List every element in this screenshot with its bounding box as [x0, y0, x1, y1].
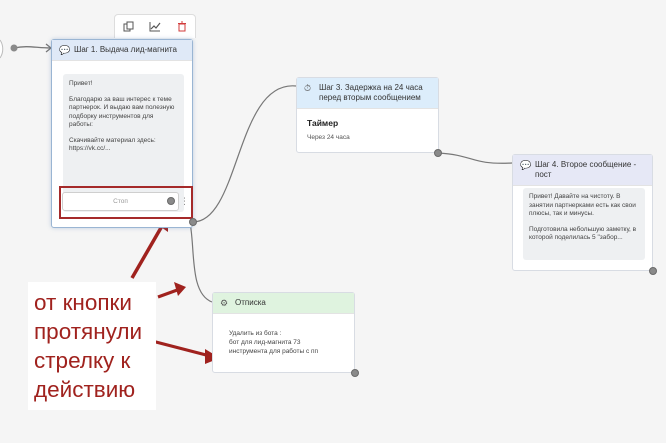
- step4-header: 💬 Шаг 4. Второе сообщение - пост: [513, 155, 652, 186]
- step1-output-port[interactable]: [189, 218, 197, 226]
- step4-message: Привет! Давайте на чистоту. В занятии па…: [523, 188, 645, 260]
- unsubscribe-node[interactable]: ⚙ Отписка Удалить из бота : бот для лид-…: [212, 292, 355, 373]
- step3-output-port[interactable]: [434, 149, 442, 157]
- unsubscribe-title: Отписка: [235, 298, 266, 307]
- trash-icon[interactable]: [172, 18, 192, 36]
- step4-title: Шаг 4. Второе сообщение - пост: [535, 160, 637, 179]
- unsubscribe-header: ⚙ Отписка: [213, 293, 354, 314]
- step4-node[interactable]: 💬 Шаг 4. Второе сообщение - пост Привет!…: [512, 154, 653, 271]
- unsubscribe-output-port[interactable]: [351, 369, 359, 377]
- timer-value: Через 24 часа: [307, 134, 350, 141]
- step1-message-line: Благодарю за ваш интерес к теме партнеро…: [69, 95, 175, 129]
- stop-button[interactable]: Стоп: [62, 192, 179, 211]
- message-icon: 💬: [59, 45, 71, 55]
- message-icon: 💬: [520, 160, 532, 170]
- step3-header: ⏱ Шаг 3. Задержка на 24 часа перед вторы…: [297, 78, 438, 109]
- step1-header: 💬 Шаг 1. Выдача лид-магнита: [52, 40, 192, 61]
- step4-message-line: Подготовила небольшую заметку, в которой…: [529, 225, 637, 242]
- unsubscribe-text: Удалить из бота : бот для лид-магнита 73…: [229, 330, 319, 355]
- step3-node[interactable]: ⏱ Шаг 3. Задержка на 24 часа перед вторы…: [296, 77, 439, 153]
- chart-icon[interactable]: [145, 18, 165, 36]
- step1-message-line: Скачивайте материал здесь: https://vk.cc…: [69, 136, 156, 153]
- timer-label: Таймер: [307, 118, 339, 128]
- node-toolbar: [114, 14, 196, 38]
- clock-icon: ⏱: [304, 83, 312, 93]
- step1-message-line: Привет!: [69, 80, 93, 87]
- more-options-icon[interactable]: ⋮: [180, 196, 189, 206]
- flow-canvas[interactable]: 💬 Шаг 1. Выдача лид-магнита Привет! Благ…: [0, 0, 666, 443]
- step1-title: Шаг 1. Выдача лид-магнита: [74, 45, 177, 54]
- annotation-caption: от кнопки протянули стрелку к действию: [28, 282, 156, 410]
- stop-button-output-port[interactable]: [167, 197, 175, 205]
- step4-message-line: Привет! Давайте на чистоту. В занятии па…: [529, 193, 636, 217]
- step4-output-port[interactable]: [649, 267, 657, 275]
- gears-icon: ⚙: [220, 298, 229, 308]
- step3-title: Шаг 3. Задержка на 24 часа перед вторым …: [319, 83, 423, 102]
- copy-icon[interactable]: [118, 18, 138, 36]
